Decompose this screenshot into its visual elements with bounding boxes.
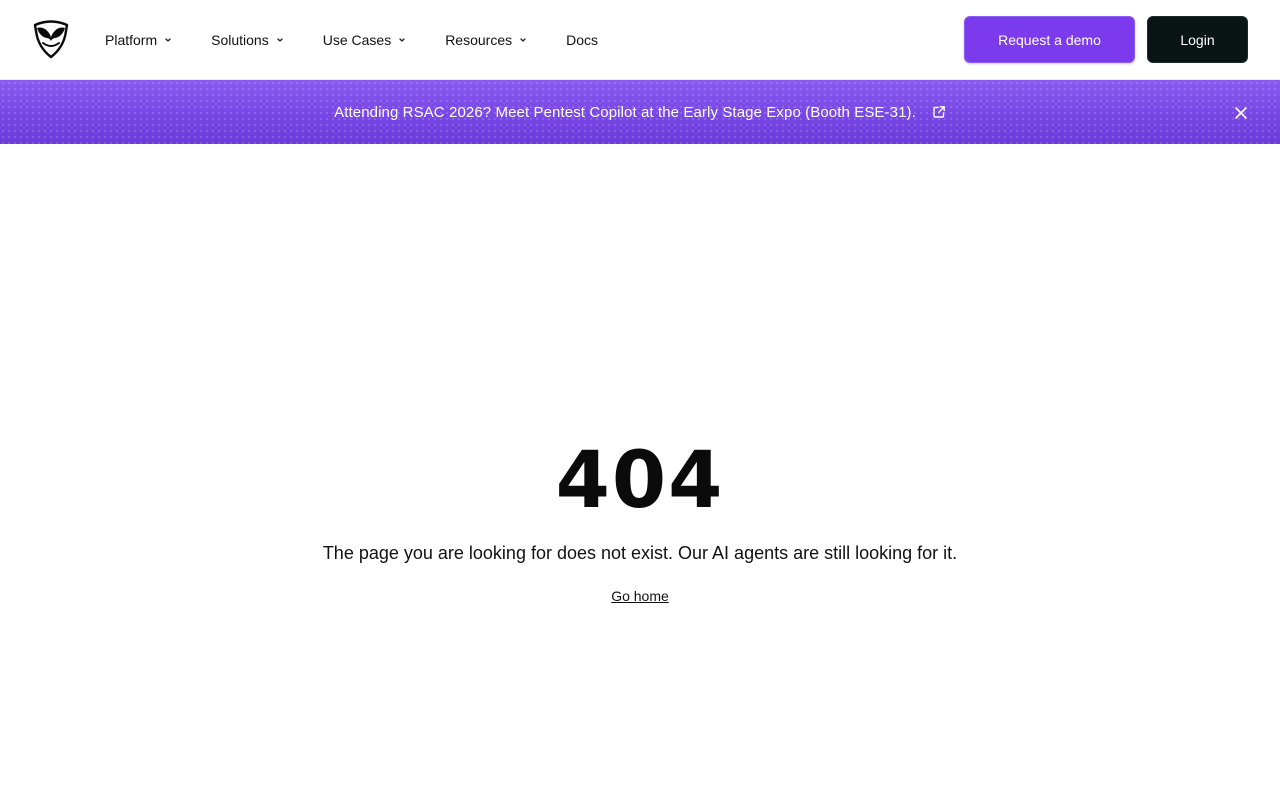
chevron-down-icon bbox=[275, 35, 285, 45]
site-header: Platform Solutions Use Cases Resources D… bbox=[0, 0, 1280, 80]
external-link-icon bbox=[932, 105, 946, 119]
chevron-down-icon bbox=[397, 35, 407, 45]
error-code: 404 bbox=[555, 436, 725, 526]
nav-docs[interactable]: Docs bbox=[566, 20, 598, 60]
close-icon bbox=[1235, 107, 1247, 119]
nav-solutions-label: Solutions bbox=[211, 31, 269, 48]
chevron-down-icon bbox=[163, 35, 173, 45]
nav-solutions[interactable]: Solutions bbox=[211, 20, 285, 60]
chevron-down-icon bbox=[518, 35, 528, 45]
login-button[interactable]: Login bbox=[1147, 16, 1248, 63]
request-demo-button[interactable]: Request a demo bbox=[964, 16, 1135, 63]
main-nav: Platform Solutions Use Cases Resources D… bbox=[105, 0, 598, 79]
nav-platform-label: Platform bbox=[105, 31, 158, 48]
nav-platform[interactable]: Platform bbox=[105, 20, 173, 60]
announcement-banner: Attending RSAC 2026? Meet Pentest Copilo… bbox=[0, 80, 1280, 144]
brand-logo-icon[interactable] bbox=[31, 19, 71, 61]
nav-use-cases-label: Use Cases bbox=[322, 31, 392, 48]
go-home-link[interactable]: Go home bbox=[611, 588, 669, 604]
nav-resources-label: Resources bbox=[445, 31, 513, 48]
banner-text: Attending RSAC 2026? Meet Pentest Copilo… bbox=[334, 103, 916, 121]
nav-resources[interactable]: Resources bbox=[445, 20, 528, 60]
nav-docs-label: Docs bbox=[566, 31, 599, 48]
error-message: The page you are looking for does not ex… bbox=[322, 543, 958, 563]
banner-link[interactable]: Attending RSAC 2026? Meet Pentest Copilo… bbox=[334, 104, 946, 121]
banner-close-button[interactable] bbox=[1232, 104, 1250, 122]
nav-use-cases[interactable]: Use Cases bbox=[323, 20, 407, 60]
